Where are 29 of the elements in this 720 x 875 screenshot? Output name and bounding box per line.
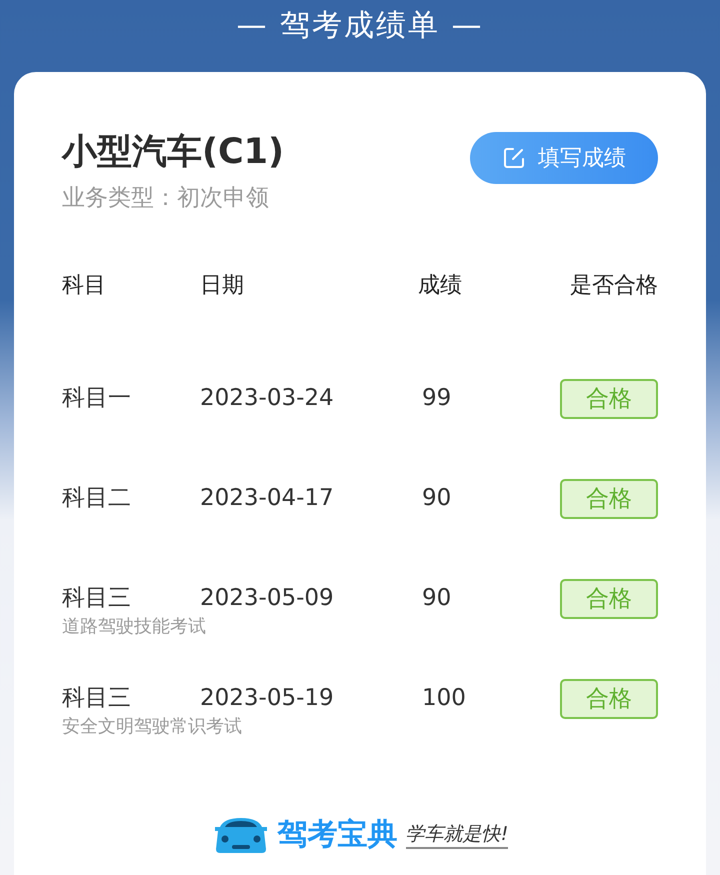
result-badge: 合格 [560,479,658,519]
subject-note: 道路驾驶技能考试 [62,615,206,639]
score-cell-text: 100 [421,684,467,713]
vehicle-type: 小型汽车(C1) [62,131,284,174]
brand-slogan: 学车就是快! [406,820,508,848]
result-badge: 合格 [560,379,658,419]
subject-note: 安全文明驾驶常识考试 [62,715,242,739]
score-cell-text: 99 [421,384,452,413]
score-cell-text: 90 [421,484,452,513]
page-title: — 驾考成绩单 — [236,7,484,45]
column-header: 日期 [200,273,244,300]
date-cell-text: 2023-05-09 [200,584,335,613]
date-cell-text: 2023-03-24 [200,384,335,413]
date-cell-text: 2023-04-17 [200,484,335,513]
result-badge: 合格 [560,579,658,619]
business-type: 业务类型：初次申领 [62,184,270,213]
subject-cell-text: 科目三 [62,584,131,613]
subject-cell-text: 科目一 [62,384,131,413]
date-cell-text: 2023-05-19 [200,684,335,713]
column-header: 是否合格 [570,273,658,300]
brand-name: 驾考宝典 [278,816,398,854]
score-cell-text: 90 [421,584,452,613]
edit-icon [502,146,526,170]
subject-cell-text: 科目三 [62,684,131,713]
result-badge: 合格 [560,679,658,719]
fill-score-button[interactable]: 填写成绩 [470,132,658,184]
column-header: 科目 [62,273,106,300]
subject-cell-text: 科目二 [62,484,131,513]
column-header: 成绩 [418,273,462,300]
